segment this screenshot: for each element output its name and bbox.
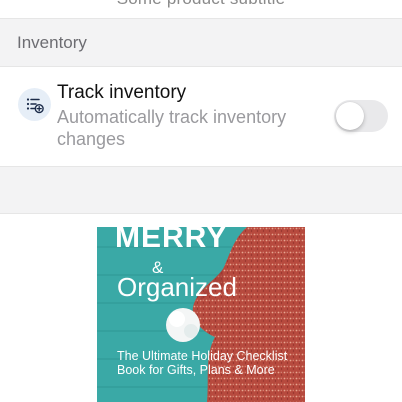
section-header-inventory: Inventory	[0, 19, 402, 67]
top-strip: Some product subtitle	[0, 0, 402, 19]
track-inventory-toggle[interactable]	[334, 100, 388, 132]
list-add-icon	[18, 88, 51, 121]
cover-subtitle: The Ultimate Holiday Checklist Book for …	[117, 349, 288, 377]
track-inventory-row[interactable]: Track inventory Automatically track inve…	[0, 67, 402, 167]
track-inventory-description: Automatically track inventory changes	[57, 107, 287, 149]
cover-title-top: MERRY	[115, 227, 228, 254]
cut-off-text: Some product subtitle	[0, 0, 402, 9]
track-inventory-label: Track inventory	[57, 82, 187, 103]
book-cover-image: MERRY & Organized The Ultimate Holiday C…	[97, 227, 305, 402]
section-spacer	[0, 167, 402, 214]
cover-title-main: Organized	[117, 272, 237, 302]
section-title: Inventory	[17, 33, 87, 52]
toggle-knob	[336, 102, 364, 130]
